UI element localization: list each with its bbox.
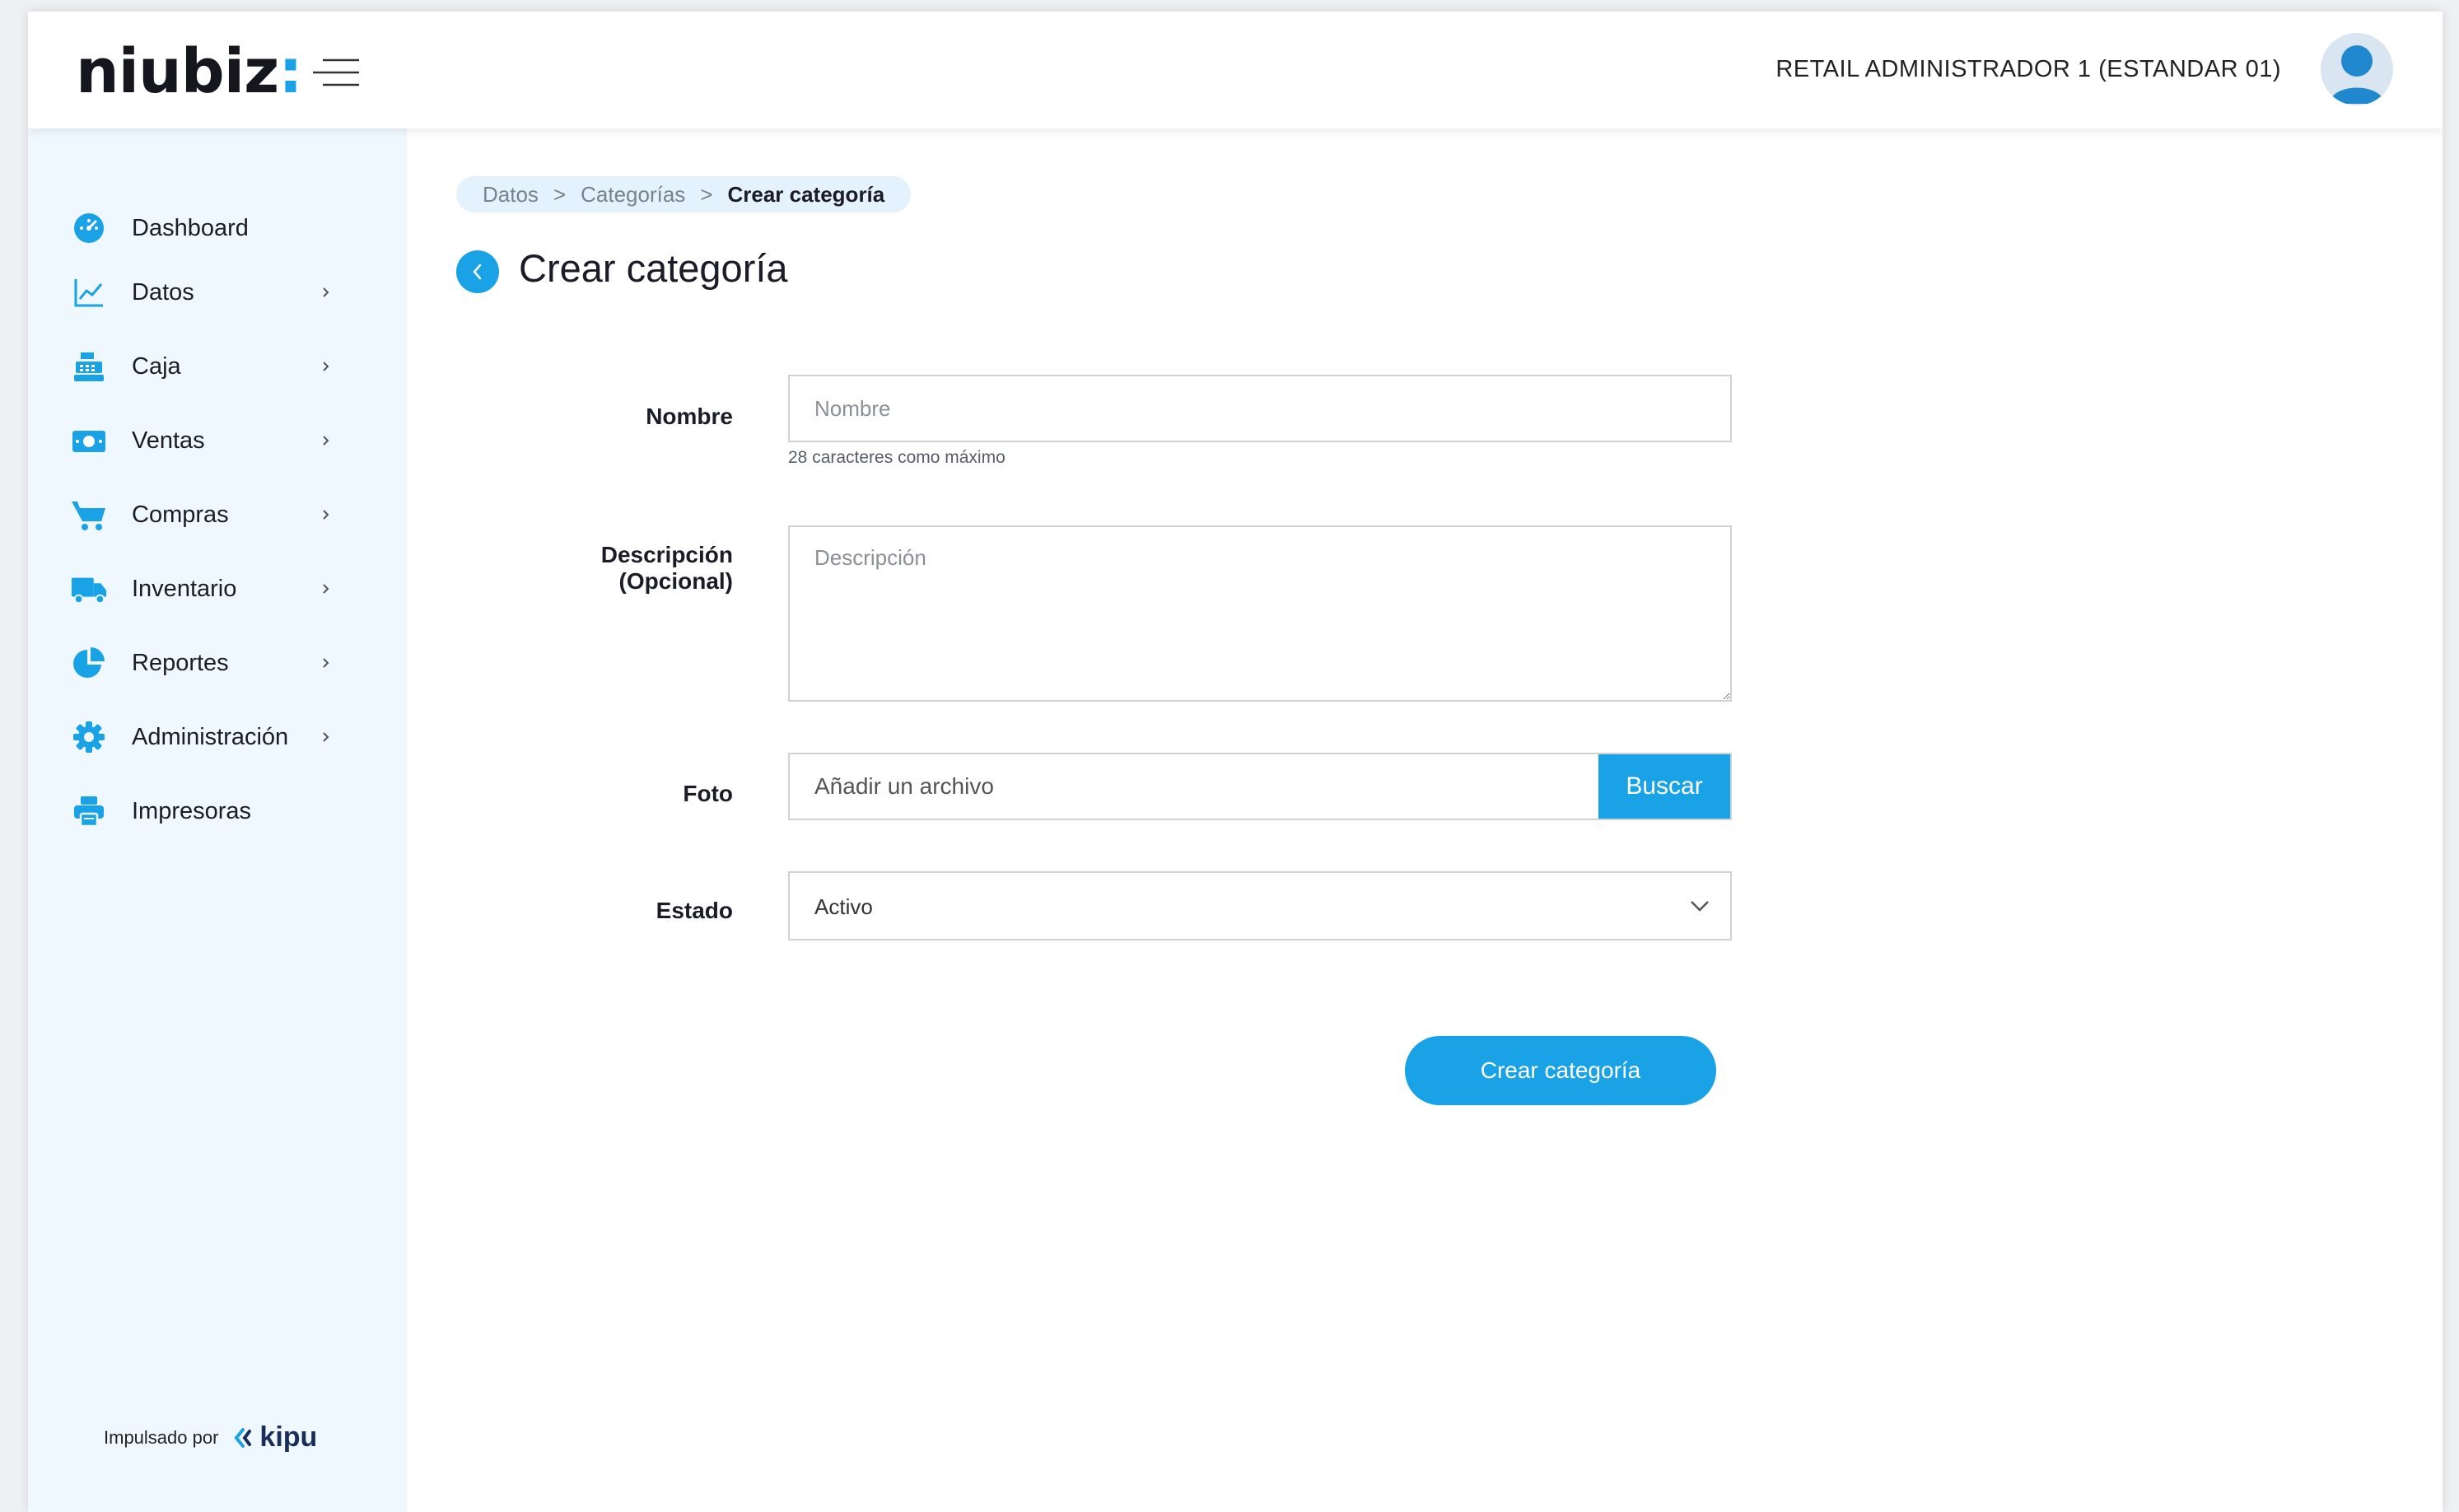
chevron-right-icon bbox=[323, 584, 329, 594]
breadcrumb-datos[interactable]: Datos bbox=[483, 182, 539, 208]
top-header: niubiz: RETAIL ADMINISTRADOR 1 (ESTANDAR… bbox=[28, 12, 2443, 128]
sidebar-item-reportes[interactable]: Reportes bbox=[28, 631, 407, 695]
chevron-down-icon bbox=[1691, 901, 1709, 912]
sidebar-item-inventario[interactable]: Inventario bbox=[28, 557, 407, 621]
foto-placeholder: Añadir un archivo bbox=[814, 773, 994, 799]
dashboard-icon bbox=[71, 210, 107, 246]
foto-label: Foto bbox=[683, 781, 733, 806]
descripcion-label-line2: (Opcional) bbox=[618, 568, 733, 594]
buscar-button[interactable]: Buscar bbox=[1598, 754, 1730, 819]
printer-icon bbox=[71, 793, 107, 829]
truck-icon bbox=[71, 571, 107, 607]
breadcrumb-separator: > bbox=[553, 181, 567, 207]
sidebar-item-label: Compras bbox=[132, 501, 229, 528]
pie-chart-icon bbox=[71, 645, 107, 681]
breadcrumb-separator: > bbox=[700, 181, 713, 207]
chart-line-icon bbox=[71, 274, 107, 310]
chevron-right-icon bbox=[323, 362, 329, 371]
chevron-right-icon bbox=[323, 436, 329, 446]
sidebar-item-label: Dashboard bbox=[132, 214, 249, 241]
estado-selected-value: Activo bbox=[814, 894, 873, 919]
breadcrumb: Datos > Categorías > Crear categoría bbox=[456, 176, 912, 212]
sidebar-item-administracion[interactable]: Administración bbox=[28, 705, 407, 769]
sidebar-item-dashboard[interactable]: Dashboard bbox=[28, 196, 407, 260]
sidebar-item-label: Impresoras bbox=[132, 797, 252, 824]
money-bill-icon bbox=[71, 422, 107, 459]
menu-toggle-icon[interactable] bbox=[311, 58, 361, 87]
sidebar-item-label: Reportes bbox=[132, 649, 229, 676]
user-avatar-icon[interactable] bbox=[2321, 33, 2393, 105]
chevron-left-icon bbox=[473, 264, 482, 280]
powered-by-label: Impulsado por bbox=[104, 1426, 219, 1448]
user-name: RETAIL ADMINISTRADOR 1 (ESTANDAR 01) bbox=[1775, 56, 2281, 82]
chevron-right-icon bbox=[323, 510, 329, 520]
descripcion-label-line1: Descripción bbox=[600, 542, 733, 567]
chevron-right-icon bbox=[323, 287, 329, 297]
page-title: Crear categoría bbox=[519, 246, 788, 290]
powered-by: Impulsado por kipu bbox=[104, 1421, 317, 1454]
chevron-right-icon bbox=[323, 732, 329, 742]
breadcrumb-categorias[interactable]: Categorías bbox=[581, 182, 685, 208]
sidebar-item-caja[interactable]: Caja bbox=[28, 334, 407, 399]
chevron-right-icon bbox=[323, 658, 329, 668]
cart-icon bbox=[71, 497, 107, 533]
sidebar-item-label: Datos bbox=[132, 278, 194, 306]
sidebar-item-label: Inventario bbox=[132, 575, 237, 602]
kipu-logo-icon bbox=[234, 1427, 252, 1448]
sidebar-item-impresoras[interactable]: Impresoras bbox=[28, 779, 407, 843]
descripcion-label: Descripción (Opcional) bbox=[519, 542, 733, 595]
estado-label: Estado bbox=[656, 898, 733, 923]
estado-select[interactable]: Activo bbox=[788, 871, 1732, 940]
foto-file-input[interactable]: Añadir un archivo Buscar bbox=[788, 753, 1732, 820]
nombre-hint: 28 caracteres como máximo bbox=[788, 448, 1006, 467]
descripcion-textarea[interactable] bbox=[788, 525, 1732, 702]
back-button[interactable] bbox=[456, 250, 499, 293]
cash-register-icon bbox=[71, 348, 107, 385]
nombre-label: Nombre bbox=[646, 404, 733, 429]
sidebar-item-datos[interactable]: Datos bbox=[28, 260, 407, 324]
logo-text: niubiz bbox=[76, 36, 279, 107]
sidebar-item-label: Ventas bbox=[132, 427, 205, 454]
sidebar: Dashboard Datos Caja Ventas Compras Inve… bbox=[28, 128, 407, 1512]
niubiz-logo[interactable]: niubiz: bbox=[76, 41, 303, 102]
nombre-input[interactable] bbox=[788, 375, 1732, 442]
logo-colon: : bbox=[278, 36, 303, 107]
sidebar-item-label: Administración bbox=[132, 723, 289, 750]
sidebar-item-label: Caja bbox=[132, 352, 181, 380]
sidebar-item-ventas[interactable]: Ventas bbox=[28, 408, 407, 473]
sidebar-item-compras[interactable]: Compras bbox=[28, 483, 407, 547]
breadcrumb-current: Crear categoría bbox=[727, 181, 885, 207]
app-window: niubiz: RETAIL ADMINISTRADOR 1 (ESTANDAR… bbox=[28, 12, 2443, 1512]
gear-icon bbox=[71, 719, 107, 755]
crear-categoria-button[interactable]: Crear categoría bbox=[1405, 1036, 1716, 1105]
kipu-logo[interactable]: kipu bbox=[259, 1421, 317, 1454]
